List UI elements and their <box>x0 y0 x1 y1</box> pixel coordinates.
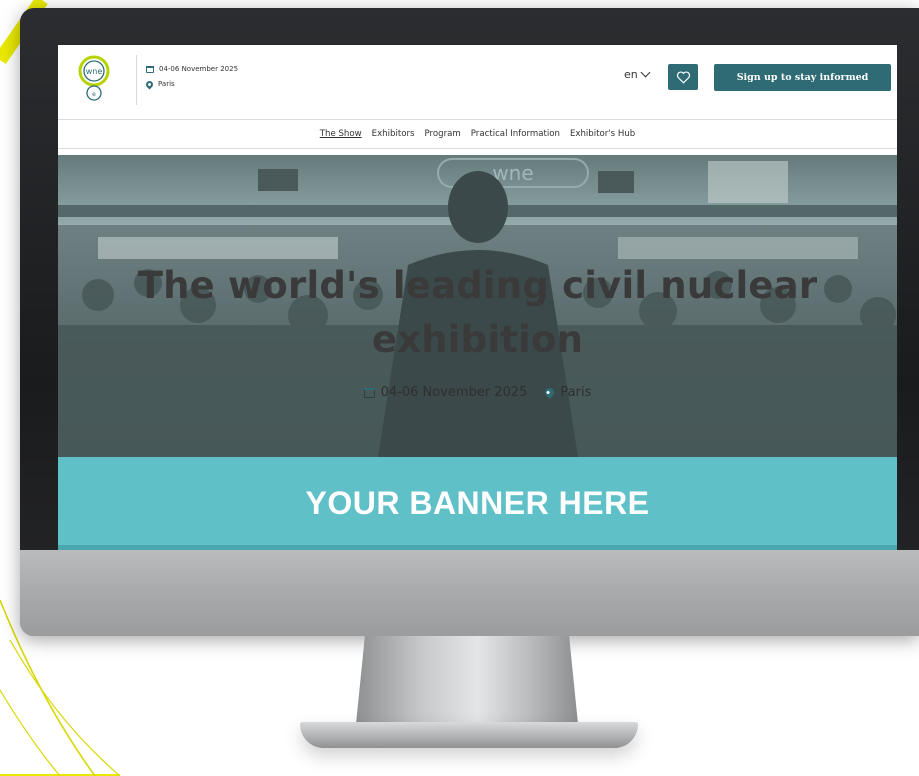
nav-item-exhibitors[interactable]: Exhibitors <box>372 129 415 139</box>
language-selector[interactable]: en <box>624 67 651 81</box>
heart-icon <box>676 70 690 84</box>
logo-icon: wne e <box>78 55 110 101</box>
nav-item-exhibitors-hub[interactable]: Exhibitor's Hub <box>570 129 635 139</box>
location-pin-icon <box>144 79 155 90</box>
main-nav: The Show Exhibitors Program Practical In… <box>58 119 897 149</box>
screen: wne e 04-06 November 2025 Paris en Sign … <box>58 45 897 550</box>
nav-item-practical-information[interactable]: Practical Information <box>471 129 560 139</box>
nav-item-program[interactable]: Program <box>425 129 461 139</box>
monitor-stand-base <box>300 722 638 748</box>
hero-meta: 04-06 November 2025 Paris <box>58 385 897 400</box>
location-pin-icon <box>543 386 557 399</box>
language-label: en <box>624 68 638 81</box>
screen-bottom-edge <box>58 545 897 550</box>
banner-placeholder[interactable]: YOUR BANNER HERE <box>58 457 897 550</box>
hero-title-line-2: exhibition <box>371 318 584 361</box>
logo-text: wne <box>86 67 103 76</box>
chevron-down-icon <box>640 67 651 78</box>
header-event-info: 04-06 November 2025 Paris <box>144 62 239 92</box>
signup-button[interactable]: Sign up to stay informed <box>714 64 891 91</box>
header-divider <box>136 55 137 105</box>
hero-date: 04-06 November 2025 <box>380 385 528 400</box>
monitor-chin <box>20 550 919 636</box>
calendar-icon <box>146 66 154 73</box>
favorites-button[interactable] <box>668 64 698 90</box>
hero-title: The world's leading civil nuclear exhibi… <box>98 259 857 367</box>
svg-text:e: e <box>92 91 96 98</box>
header-location: Paris <box>158 80 175 88</box>
monitor-stand <box>356 636 578 724</box>
header-date: 04-06 November 2025 <box>159 65 239 73</box>
calendar-icon <box>363 387 375 398</box>
wne-logo[interactable]: wne e <box>70 53 118 103</box>
nav-item-the-show[interactable]: The Show <box>320 129 362 139</box>
hero-location: Paris <box>560 385 592 400</box>
site-header: wne e 04-06 November 2025 Paris en Sign … <box>58 45 897 117</box>
hero-section: wne The world's leading civil nuclear ex… <box>58 155 897 457</box>
hero-title-line-1: The world's leading civil nuclear <box>137 264 818 307</box>
